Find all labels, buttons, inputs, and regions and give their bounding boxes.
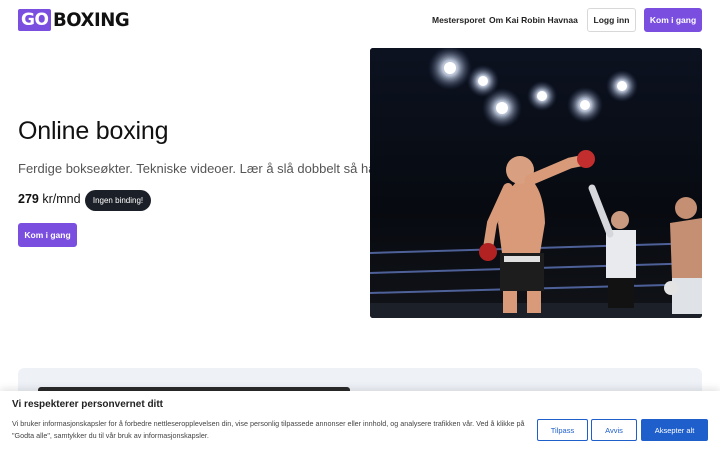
cookie-title: Vi respekterer personvernet ditt <box>12 399 163 410</box>
logo-mark: GO <box>18 9 52 31</box>
no-commitment-badge: Ingen binding! <box>85 190 151 211</box>
nav-link-mestersporet[interactable]: Mestersporet <box>432 15 485 25</box>
cookie-customize-button[interactable]: Tilpass <box>537 419 588 441</box>
header-get-started-button[interactable]: Kom i gang <box>644 8 702 32</box>
logo-word: BOXING <box>53 9 130 31</box>
login-button[interactable]: Logg inn <box>587 8 636 32</box>
nav-link-om-kai-robin-havnaa[interactable]: Om Kai Robin Havnaa <box>489 15 578 25</box>
cookie-reject-button[interactable]: Avvis <box>591 419 637 441</box>
site-logo[interactable]: GO BOXING <box>18 9 134 31</box>
hero-get-started-button[interactable]: Kom i gang <box>18 223 77 247</box>
hero-subtitle: Ferdige bokseøkter. Tekniske videoer. Læ… <box>18 161 395 176</box>
hero-title: Online boxing <box>18 117 169 145</box>
price-value: 279 <box>18 192 39 206</box>
price: 279 kr/mnd <box>18 192 81 206</box>
boxing-ring-illustration <box>370 48 702 318</box>
price-unit: kr/mnd <box>42 192 81 206</box>
cookie-accept-all-button[interactable]: Aksepter alt <box>641 419 708 441</box>
cookie-text: Vi bruker informasjonskapsler for å forb… <box>12 419 525 440</box>
hero-boxing-photo <box>370 48 702 318</box>
